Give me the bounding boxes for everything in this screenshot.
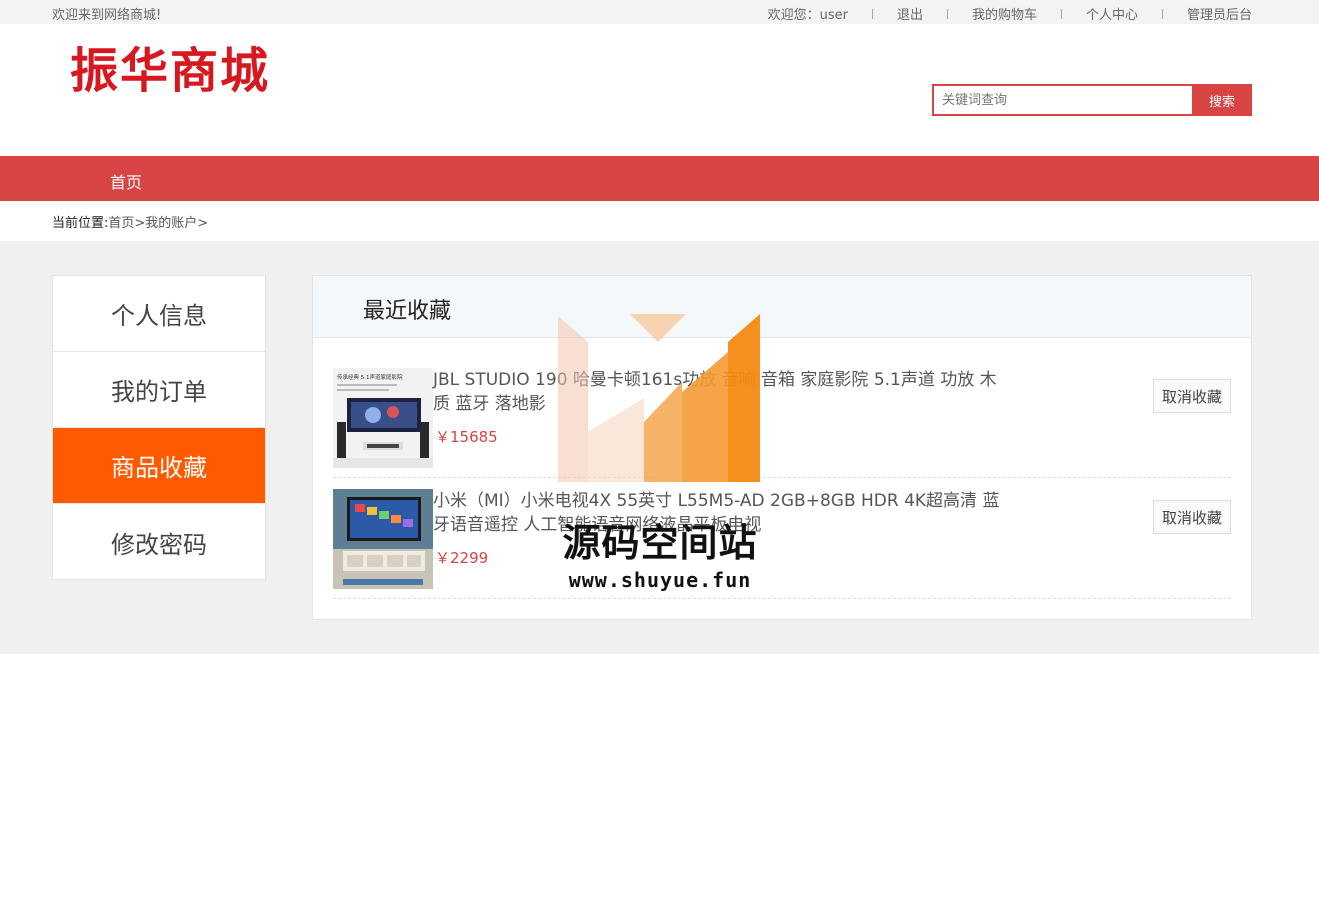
account-sidebar: 个人信息 我的订单 商品收藏 修改密码 [52,275,266,580]
product-price: ￥2299 [435,549,489,567]
admin-link[interactable]: 管理员后台 [1187,4,1252,23]
sidebar-item-favorites[interactable]: 商品收藏 [53,428,265,504]
main-nav: 首页 [0,156,1319,201]
panel-header: 最近收藏 [313,276,1251,338]
thumb-caption: 传承经典 5.1声道家庭影院 [337,373,403,381]
divider [946,8,948,19]
search-button[interactable]: 搜索 [1192,84,1252,116]
user-greeting: 欢迎您：user [767,8,848,23]
favorite-item: 传承经典 5.1声道家庭影院 JBL STUDIO 190 哈曼卡顿161s功放… [333,358,1231,478]
search-input[interactable] [932,84,1192,116]
sidebar-item-profile[interactable]: 个人信息 [53,276,265,352]
cancel-favorite-button[interactable]: 取消收藏 [1153,379,1231,413]
product-thumbnail[interactable] [333,489,433,589]
favorites-panel: 最近收藏 传承经典 5.1声道家庭影院 JBL STUDIO 190 哈曼卡顿1… [312,275,1252,620]
logout-link[interactable]: 退出 [897,4,923,23]
cancel-favorite-button[interactable]: 取消收藏 [1153,500,1231,534]
product-name[interactable]: 小米（MI）小米电视4X 55英寸 L55M5-AD 2GB+8GB HDR 4… [433,489,1013,537]
panel-title: 最近收藏 [363,299,452,324]
product-thumbnail[interactable]: 传承经典 5.1声道家庭影院 [333,368,433,468]
top-bar: 欢迎来到网络商城! 欢迎您：user 退出 我的购物车 个人中心 管理员后台 [0,0,1319,24]
breadcrumb: 当前位置:首页>我的账户> [52,212,208,231]
nav-home-link[interactable]: 首页 [110,169,142,193]
header: 振华商城 搜索 [0,24,1319,156]
site-logo[interactable]: 振华商城 [70,42,270,100]
divider [1161,8,1163,19]
search-bar: 搜索 [932,84,1252,116]
cart-link[interactable]: 我的购物车 [972,4,1037,23]
top-nav: 欢迎您：user 退出 我的购物车 个人中心 管理员后台 [768,4,1252,23]
product-name[interactable]: JBL STUDIO 190 哈曼卡顿161s功放 音响 音箱 家庭影院 5.1… [433,368,1013,416]
welcome-text: 欢迎来到网络商城! [52,8,162,23]
divider [871,8,873,19]
sidebar-item-change-password[interactable]: 修改密码 [53,504,265,580]
divider [1060,8,1062,19]
product-price: ￥15685 [435,428,498,446]
breadcrumb-path[interactable]: 首页>我的账户> [108,216,208,231]
sidebar-item-orders[interactable]: 我的订单 [53,352,265,428]
profile-link[interactable]: 个人中心 [1086,4,1138,23]
breadcrumb-label: 当前位置: [52,216,109,231]
favorite-item: 小米（MI）小米电视4X 55英寸 L55M5-AD 2GB+8GB HDR 4… [333,479,1231,599]
